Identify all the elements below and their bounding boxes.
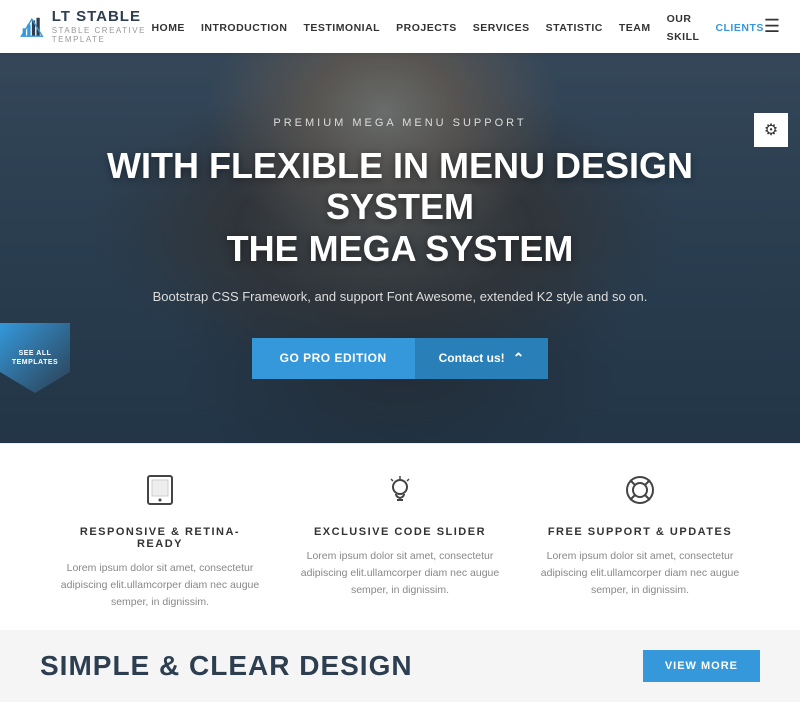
features-section: RESPONSIVE & RETINA-READY Lorem ipsum do… — [0, 443, 800, 630]
badge-text-line2: TEMPLATES — [12, 358, 58, 367]
feature-support: FREE SUPPORT & UPDATES Lorem ipsum dolor… — [520, 474, 760, 610]
feature-slider-title: EXCLUSIVE CODE SLIDER — [300, 526, 500, 538]
logo-text: LT STABLE STABLE CREATIVE TEMPLATE — [52, 9, 152, 44]
hero-description: Bootstrap CSS Framework, and support Fon… — [40, 287, 760, 308]
logo-subtitle: STABLE CREATIVE TEMPLATE — [52, 26, 152, 44]
hero-subtitle: PREMIUM MEGA MENU SUPPORT — [40, 117, 760, 129]
logo-icon — [20, 9, 44, 45]
lifering-icon — [540, 474, 740, 514]
feature-support-desc: Lorem ipsum dolor sit amet, consectetur … — [540, 548, 740, 598]
nav-item-team[interactable]: TEAM — [619, 18, 651, 36]
feature-slider-desc: Lorem ipsum dolor sit amet, consectetur … — [300, 548, 500, 598]
hero-title: WITH FLEXIBLE IN MENU DESIGN SYSTEM THE … — [40, 145, 760, 269]
hero-content: PREMIUM MEGA MENU SUPPORT WITH FLEXIBLE … — [0, 117, 800, 379]
view-more-button[interactable]: VIEW MORE — [643, 650, 760, 682]
feature-responsive-title: RESPONSIVE & RETINA-READY — [60, 526, 260, 550]
logo-title: LT STABLE — [52, 9, 152, 26]
logo[interactable]: LT STABLE STABLE CREATIVE TEMPLATE — [20, 9, 151, 45]
chevron-up-icon: ⌃ — [513, 350, 525, 367]
hero-title-line2: THE MEGA SYSTEM — [227, 228, 574, 269]
contact-label: Contact us! — [439, 351, 505, 365]
nav-item-introduction[interactable]: INTRODUCTION — [201, 18, 288, 36]
gear-icon: ⚙ — [764, 120, 778, 140]
nav-item-testimonial[interactable]: TESTIMONIAL — [303, 18, 380, 36]
nav-item-home[interactable]: HOME — [151, 18, 185, 36]
feature-responsive-desc: Lorem ipsum dolor sit amet, consectetur … — [60, 560, 260, 610]
feature-slider: EXCLUSIVE CODE SLIDER Lorem ipsum dolor … — [280, 474, 520, 610]
nav-item-clients[interactable]: CLIENTS — [715, 18, 763, 36]
nav-menu: HOME INTRODUCTION TESTIMONIAL PROJECTS S… — [151, 9, 763, 45]
hero-section: ⚙ SEE ALL TEMPLATES PREMIUM MEGA MENU SU… — [0, 53, 800, 443]
hero-buttons: Go Pro Edition Contact us! ⌃ — [40, 338, 760, 379]
tablet-icon — [60, 474, 260, 514]
nav-item-ourskill[interactable]: OUR SKILL — [667, 9, 700, 45]
navbar: LT STABLE STABLE CREATIVE TEMPLATE HOME … — [0, 0, 800, 53]
bottom-section: SIMPLE & CLEAR DESIGN VIEW MORE — [0, 630, 800, 702]
contact-button[interactable]: Contact us! ⌃ — [415, 338, 549, 379]
gear-button[interactable]: ⚙ — [754, 113, 788, 147]
hero-title-line1: WITH FLEXIBLE IN MENU DESIGN SYSTEM — [107, 145, 693, 227]
feature-responsive: RESPONSIVE & RETINA-READY Lorem ipsum do… — [40, 474, 280, 610]
nav-item-statistic[interactable]: STATISTIC — [546, 18, 603, 36]
bulb-icon — [300, 474, 500, 514]
feature-support-title: FREE SUPPORT & UPDATES — [540, 526, 740, 538]
nav-item-services[interactable]: SERVICES — [473, 18, 530, 36]
go-pro-button[interactable]: Go Pro Edition — [252, 338, 415, 379]
hamburger-icon[interactable]: ☰ — [764, 16, 780, 37]
nav-item-projects[interactable]: PROJECTS — [396, 18, 457, 36]
section-heading: SIMPLE & CLEAR DESIGN — [40, 650, 413, 682]
badge-text-line1: SEE ALL — [19, 349, 52, 358]
